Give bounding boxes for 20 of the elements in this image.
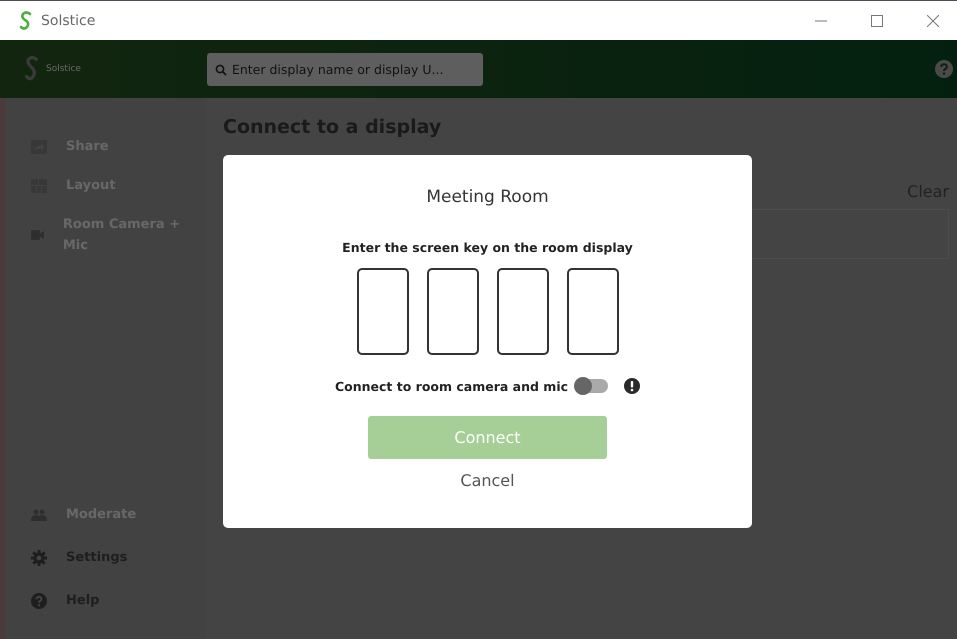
close-icon[interactable] xyxy=(927,14,939,26)
logo-icon xyxy=(19,10,33,30)
search-icon xyxy=(214,64,227,76)
settings-icon xyxy=(31,550,47,566)
key-input-field[interactable] xyxy=(356,268,408,355)
maximize-icon[interactable] xyxy=(871,14,883,26)
brand-name: Solstice xyxy=(46,64,81,74)
key-input-field[interactable] xyxy=(426,268,478,355)
cancel-link[interactable]: Cancel xyxy=(460,471,515,490)
help-icon xyxy=(31,592,47,608)
logo-icon xyxy=(24,56,40,82)
camera-toggle[interactable] xyxy=(576,379,608,393)
key-input-field[interactable] xyxy=(496,268,548,355)
search-field[interactable]: Enter display name or display U... xyxy=(206,52,483,86)
dialog-title: Meeting Room xyxy=(426,187,549,207)
instruction-text: Enter the screen key on the room display xyxy=(342,240,633,255)
window-title: Solstice xyxy=(41,12,96,28)
key-input-field[interactable] xyxy=(566,268,618,355)
warning-icon xyxy=(624,378,640,394)
toggle-label: Connect to room camera and mic xyxy=(334,378,568,394)
